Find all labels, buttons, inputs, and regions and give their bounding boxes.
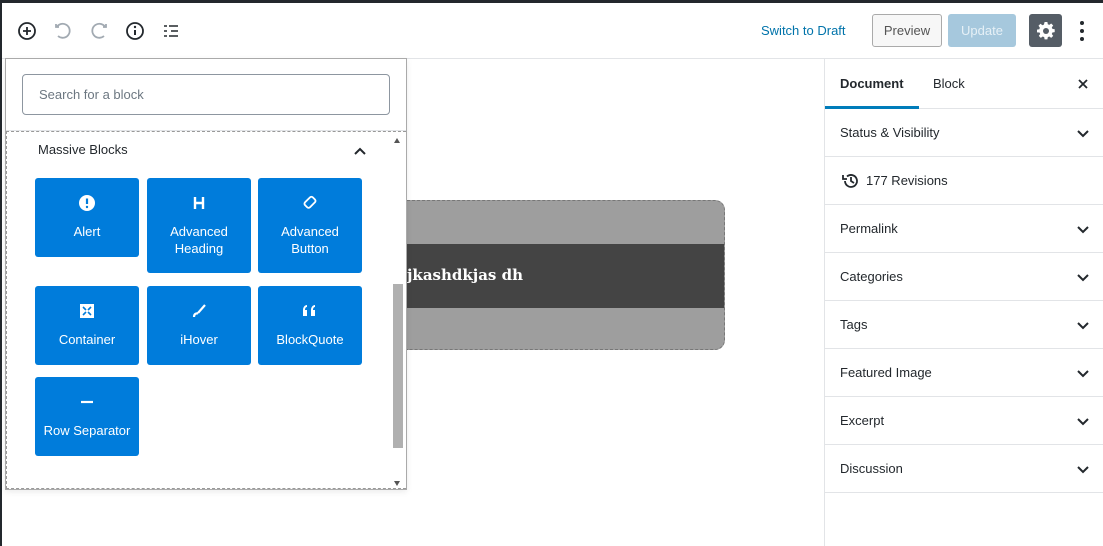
panel-label: Categories — [840, 269, 903, 284]
chevron-down-icon — [1076, 415, 1090, 430]
chevron-up-icon — [353, 144, 367, 159]
chevron-down-icon — [1076, 223, 1090, 238]
block-container[interactable]: Container — [35, 286, 139, 365]
undo-icon[interactable] — [51, 19, 75, 43]
inserter-scrollbar[interactable] — [391, 138, 403, 486]
block-label: iHover — [180, 332, 218, 347]
alert-icon — [77, 193, 97, 213]
inserter-search-area — [6, 59, 406, 131]
chevron-down-icon — [1076, 127, 1090, 142]
block-search-input[interactable] — [22, 74, 390, 115]
block-advanced-button[interactable]: Advanced Button — [258, 178, 362, 273]
scroll-down-arrow[interactable] — [394, 481, 400, 486]
close-icon[interactable] — [1076, 77, 1090, 91]
panel-categories[interactable]: Categories — [825, 253, 1103, 301]
content-text: jkashdkjas dh — [407, 266, 523, 284]
block-blockquote[interactable]: BlockQuote — [258, 286, 362, 365]
gear-icon — [1036, 21, 1055, 39]
scroll-thumb[interactable] — [393, 284, 403, 448]
list-view-icon[interactable] — [159, 19, 183, 43]
block-inserter-popover: Massive Blocks Alert Advanced Heading — [5, 58, 407, 490]
panel-label: Status & Visibility — [840, 125, 940, 140]
update-button[interactable]: Update — [948, 14, 1016, 47]
panel-label: Permalink — [840, 221, 898, 236]
block-row-separator[interactable]: Row Separator — [35, 377, 139, 456]
tab-block[interactable]: Block — [918, 59, 980, 109]
panel-label: Discussion — [840, 461, 903, 476]
scroll-up-arrow[interactable] — [394, 138, 400, 143]
panel-header-massive-blocks[interactable]: Massive Blocks — [37, 142, 367, 162]
panel-permalink[interactable]: Permalink — [825, 205, 1103, 253]
content-block[interactable]: jkashdkjas dh — [407, 200, 725, 350]
panel-label: Excerpt — [840, 413, 885, 428]
container-icon — [77, 301, 97, 321]
block-label: Row Separator — [43, 423, 131, 438]
revisions-label: 177 Revisions — [866, 173, 948, 188]
more-dot — [1080, 37, 1084, 41]
block-alert[interactable]: Alert — [35, 178, 139, 257]
tab-document[interactable]: Document — [825, 59, 919, 109]
chevron-down-icon — [1076, 463, 1090, 478]
history-icon — [841, 171, 861, 194]
left-edge — [0, 0, 2, 546]
add-block-icon[interactable] — [15, 19, 39, 43]
panel-discussion[interactable]: Discussion — [825, 445, 1103, 493]
block-label: Alert — [73, 224, 101, 239]
block-label: Container — [58, 332, 116, 347]
quote-icon — [300, 301, 320, 321]
brush-icon — [189, 301, 209, 321]
panel-title: Massive Blocks — [38, 142, 128, 157]
block-label: BlockQuote — [276, 332, 344, 347]
panel-status-visibility[interactable]: Status & Visibility — [825, 109, 1103, 157]
chevron-down-icon — [1076, 271, 1090, 286]
separator-icon — [77, 392, 97, 412]
sidebar-tabs: Document Block — [825, 59, 1103, 109]
preview-button[interactable]: Preview — [872, 14, 942, 47]
settings-sidebar: Document Block Status & Visibility 177 R… — [824, 59, 1103, 546]
block-label: Advanced Heading — [170, 224, 228, 256]
panel-label: Tags — [840, 317, 868, 332]
switch-to-draft-link[interactable]: Switch to Draft — [761, 22, 846, 40]
button-icon — [300, 193, 320, 213]
panel-revisions[interactable]: 177 Revisions — [825, 157, 1103, 205]
more-menu-button[interactable] — [1072, 19, 1092, 43]
more-dot — [1080, 29, 1084, 33]
block-ihover[interactable]: iHover — [147, 286, 251, 365]
editor-header: Switch to Draft Preview Update — [2, 3, 1103, 59]
more-dot — [1080, 21, 1084, 25]
block-label: Advanced Button — [281, 224, 339, 256]
block-advanced-heading[interactable]: Advanced Heading — [147, 178, 251, 273]
chevron-down-icon — [1076, 367, 1090, 382]
redo-icon[interactable] — [87, 19, 111, 43]
settings-button[interactable] — [1029, 14, 1062, 47]
panel-featured-image[interactable]: Featured Image — [825, 349, 1103, 397]
panel-tags[interactable]: Tags — [825, 301, 1103, 349]
inserter-results: Massive Blocks Alert Advanced Heading Ad… — [6, 131, 406, 489]
info-icon[interactable] — [123, 19, 147, 43]
chevron-down-icon — [1076, 319, 1090, 334]
panel-label: Featured Image — [840, 365, 932, 380]
heading-icon — [189, 193, 209, 213]
panel-excerpt[interactable]: Excerpt — [825, 397, 1103, 445]
